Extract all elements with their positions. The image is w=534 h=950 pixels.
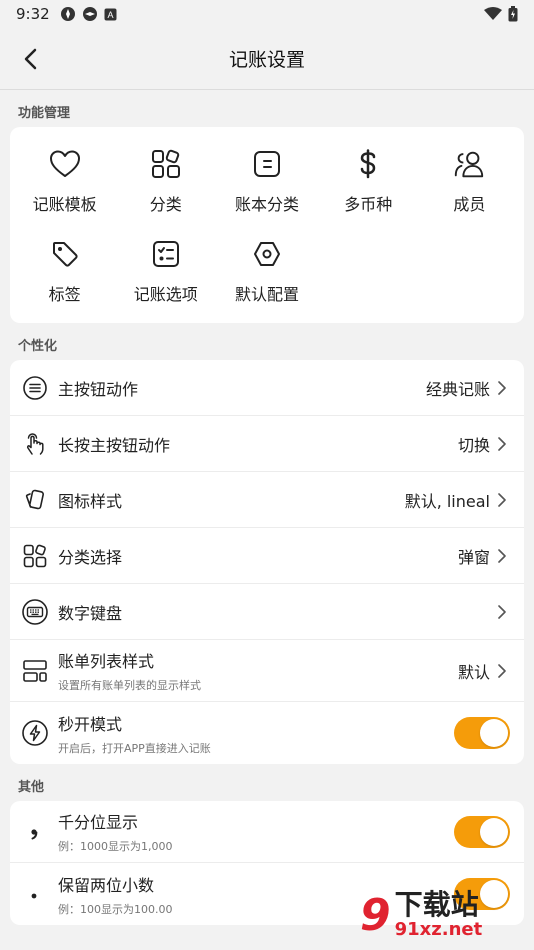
row-icon-style[interactable]: 图标样式 默认, lineal	[10, 472, 524, 528]
chevron-right-icon	[498, 492, 510, 507]
page-title: 记账设置	[228, 49, 305, 71]
feature-label: 成员	[453, 195, 486, 214]
section-title-features: 功能管理	[18, 106, 71, 121]
row-numeric-keyboard[interactable]: 数字键盘	[10, 584, 524, 640]
feature-template[interactable]: 记账模板	[14, 147, 115, 215]
row-long-press-action[interactable]: 长按主按钮动作 切换	[10, 416, 524, 472]
personal-card: 主按钮动作 经典记账 长按主按钮动作 切换 图标样式 默认, lineal 分类…	[10, 360, 524, 764]
row-value: 经典记账	[425, 379, 490, 399]
keyboard-icon	[22, 598, 48, 625]
row-label: 分类选择	[58, 547, 123, 567]
row-label: 长按主按钮动作	[58, 435, 171, 455]
comma-icon	[22, 819, 48, 845]
feature-label: 账本分类	[234, 195, 299, 214]
list-circle-icon	[22, 375, 48, 401]
row-sublabel: 开启后，打开APP直接进入记账	[58, 741, 211, 755]
row-value: 默认	[457, 662, 490, 682]
app-notification-icon	[82, 7, 97, 21]
row-sublabel: 设置所有账单列表的显示样式	[58, 679, 201, 692]
category-icon	[22, 543, 48, 569]
chevron-right-icon	[498, 548, 510, 563]
watermark: 9 下载站 91xz.net	[360, 882, 530, 948]
row-label: 数字键盘	[58, 603, 123, 623]
app-bar: 记账设置	[0, 28, 534, 90]
back-arrow-icon	[24, 48, 37, 70]
toggle-knob	[480, 719, 508, 747]
toggle-knob	[480, 817, 508, 846]
feature-label: 默认配置	[234, 285, 299, 304]
row-quick-open-mode: 秒开模式 开启后，打开APP直接进入记账	[10, 702, 524, 764]
cards-icon	[22, 487, 48, 513]
quick-open-toggle[interactable]	[454, 717, 510, 749]
tag-icon	[48, 237, 82, 271]
chevron-right-icon	[498, 663, 510, 678]
feature-label: 标签	[48, 285, 81, 304]
lightning-icon	[22, 720, 48, 746]
features-grid: 记账模板 分类 账本分类 多币种 成员 标签 记账选项 默认配置	[10, 127, 524, 323]
row-thousands-separator: 千分位显示 例：1000显示为1,000	[10, 801, 524, 863]
system-icons	[484, 6, 518, 22]
thousands-separator-toggle[interactable]	[454, 815, 510, 848]
hexagon-settings-icon	[250, 237, 284, 271]
feature-label: 分类	[149, 195, 182, 214]
status-time: 9:32	[16, 5, 50, 23]
features-card: 记账模板 分类 账本分类 多币种 成员 标签 记账选项 默认配置	[10, 127, 524, 323]
touch-icon	[22, 431, 48, 457]
section-title-other: 其他	[18, 780, 45, 795]
row-label: 图标样式	[58, 491, 123, 511]
row-value: 弹窗	[457, 547, 490, 567]
chevron-right-icon	[498, 604, 510, 619]
app-notification-icon	[60, 7, 75, 21]
row-bill-list-style[interactable]: 账单列表样式 设置所有账单列表的显示样式 默认	[10, 640, 524, 702]
feature-category[interactable]: 分类	[115, 147, 216, 215]
row-label: 千分位显示	[58, 813, 139, 832]
feature-label: 多币种	[344, 195, 393, 214]
section-title-personal: 个性化	[18, 339, 58, 354]
row-label: 账单列表样式	[58, 652, 155, 671]
notification-icons: A	[60, 6, 117, 22]
row-main-button-action[interactable]: 主按钮动作 经典记账	[10, 360, 524, 416]
wifi-icon	[484, 7, 502, 20]
chevron-right-icon	[498, 436, 510, 451]
row-label: 秒开模式	[58, 714, 123, 734]
checklist-icon	[149, 237, 183, 271]
status-bar: 9:32 A	[0, 0, 534, 28]
svg-text:A: A	[107, 10, 113, 20]
heart-icon	[48, 147, 82, 181]
watermark-site: 91xz.net	[394, 919, 483, 940]
feature-ledger-category[interactable]: 账本分类	[216, 147, 317, 215]
dollar-icon	[351, 147, 385, 181]
feature-members[interactable]: 成员	[419, 147, 520, 215]
row-sublabel: 例：1000显示为1,000	[58, 840, 173, 853]
row-value: 切换	[457, 435, 490, 455]
ledger-icon	[250, 147, 284, 181]
row-category-select[interactable]: 分类选择 弹窗	[10, 528, 524, 584]
font-notification-icon: A	[104, 8, 117, 20]
category-icon	[149, 147, 183, 181]
back-button[interactable]	[16, 45, 44, 73]
dot-icon	[22, 881, 48, 907]
feature-label: 记账模板	[32, 195, 97, 214]
chevron-right-icon	[498, 380, 510, 395]
members-icon	[452, 147, 486, 181]
feature-tags[interactable]: 标签	[14, 237, 115, 305]
battery-icon	[508, 6, 518, 22]
feature-label: 记账选项	[133, 285, 198, 304]
layout-icon	[22, 658, 48, 684]
watermark-logo: 9	[360, 889, 391, 941]
row-value: 默认, lineal	[404, 491, 490, 511]
feature-booking-options[interactable]: 记账选项	[115, 237, 216, 305]
feature-default-config[interactable]: 默认配置	[216, 237, 317, 305]
feature-multi-currency[interactable]: 多币种	[318, 147, 419, 215]
watermark-title: 下载站	[394, 888, 479, 921]
row-label: 主按钮动作	[58, 379, 139, 399]
